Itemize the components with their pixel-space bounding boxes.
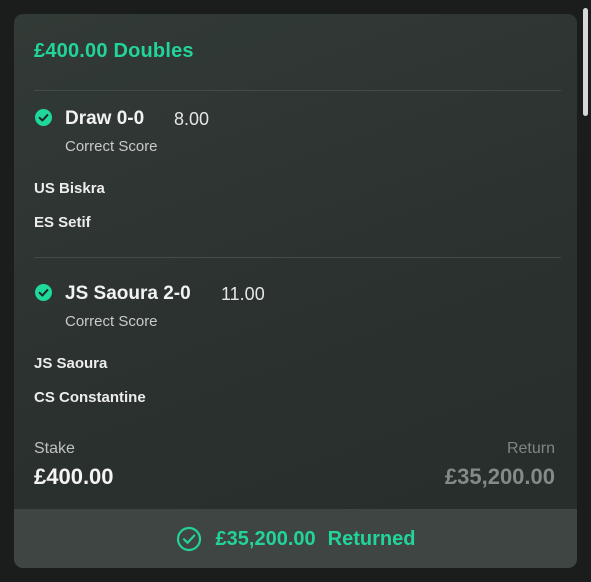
stake-value: £400.00 (34, 464, 114, 489)
team-name: ES Setif (34, 214, 91, 231)
team-name: US Biskra (34, 180, 105, 197)
selection-odds: 8.00 (174, 109, 210, 129)
team-name: JS Saoura (34, 355, 108, 372)
market-name: Correct Score (65, 313, 158, 330)
return-label: Return (506, 440, 555, 457)
check-circle-outline-icon (176, 526, 202, 552)
bet-title: £400.00 Doubles (34, 40, 194, 62)
market-name: Correct Score (65, 138, 158, 155)
check-circle-icon (35, 284, 52, 301)
bet-history-page: £400.00 Doubles Draw 0-0 8.00 Correct Sc… (0, 0, 591, 582)
stake-label: Stake (34, 440, 75, 457)
check-circle-icon (35, 109, 52, 126)
divider (34, 257, 561, 258)
returned-status: Returned (327, 527, 416, 550)
divider (34, 90, 561, 91)
selection-odds: 11.00 (221, 284, 265, 304)
returned-banner: £35,200.00 Returned (14, 509, 577, 568)
return-value: £35,200.00 (444, 464, 555, 489)
bet-card[interactable]: £400.00 Doubles Draw 0-0 8.00 Correct Sc… (14, 14, 577, 568)
scrollbar[interactable] (583, 8, 588, 116)
returned-amount: £35,200.00 (215, 527, 316, 550)
selection-name: JS Saoura 2-0 (65, 283, 191, 304)
selection-name: Draw 0-0 (65, 108, 145, 129)
team-name: CS Constantine (34, 389, 146, 406)
